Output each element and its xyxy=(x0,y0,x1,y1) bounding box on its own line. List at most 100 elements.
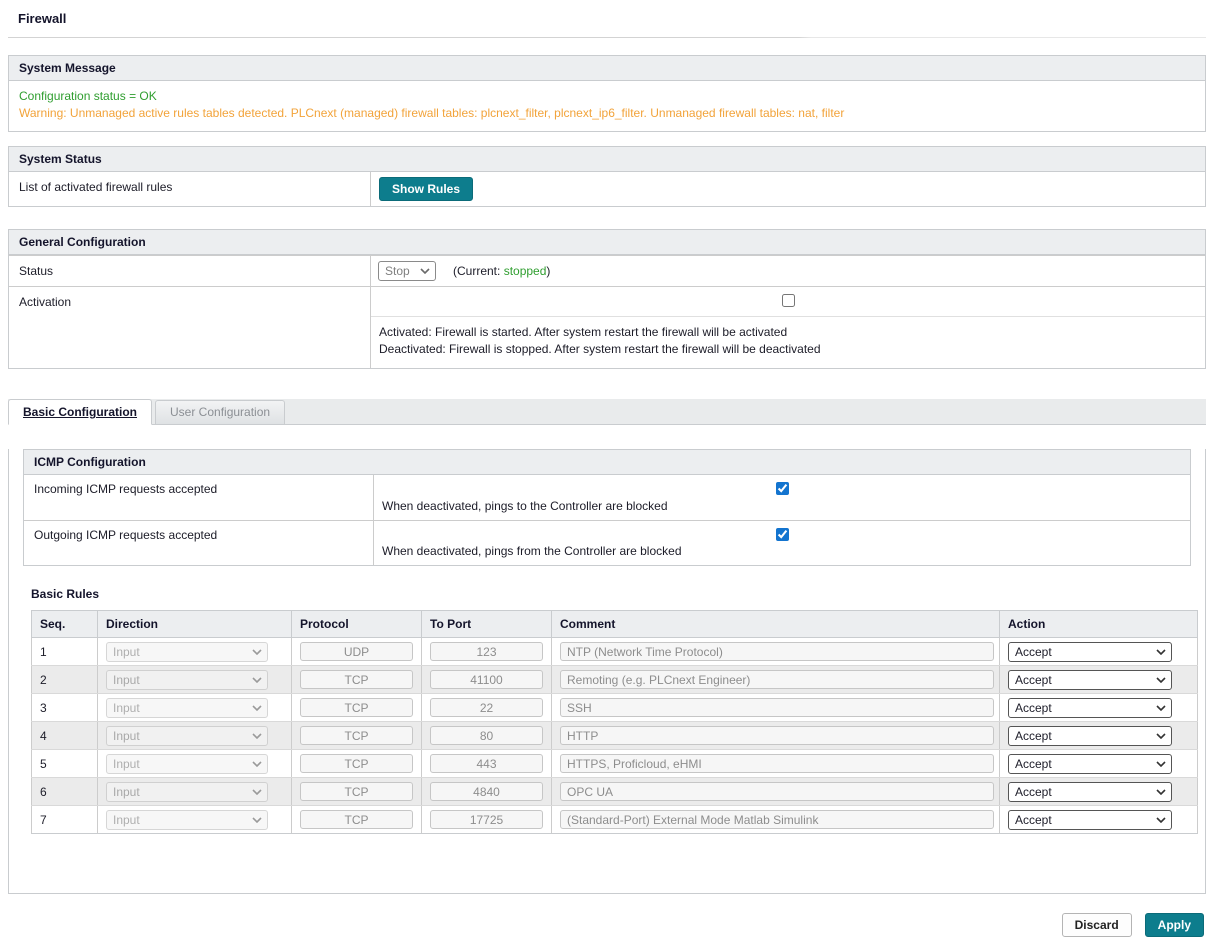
rule-seq: 7 xyxy=(32,806,98,834)
comment-input xyxy=(560,698,994,717)
incoming-icmp-help-text: When deactivated, pings to the Controlle… xyxy=(374,499,1190,520)
direction-select-wrapper: Input xyxy=(106,642,268,662)
icmp-row-outgoing: Outgoing ICMP requests accepted When dea… xyxy=(24,520,1190,565)
show-rules-button[interactable]: Show Rules xyxy=(379,177,473,201)
firewall-rules-label: List of activated firewall rules xyxy=(9,172,371,206)
icmp-row-incoming: Incoming ICMP requests accepted When dea… xyxy=(24,475,1190,520)
action-select-wrapper: Accept xyxy=(1008,754,1172,774)
table-row: 2 Input Accept xyxy=(32,666,1198,694)
action-select-wrapper: Accept xyxy=(1008,782,1172,802)
system-status-section: System Status List of activated firewall… xyxy=(8,146,1206,207)
direction-select-wrapper: Input xyxy=(106,670,268,690)
status-select-wrapper: Stop xyxy=(378,261,436,281)
action-select[interactable]: Accept xyxy=(1008,810,1172,830)
table-row: 1 Input Accept xyxy=(32,638,1198,666)
system-status-header: System Status xyxy=(9,147,1205,172)
outgoing-icmp-help-text: When deactivated, pings from the Control… xyxy=(374,544,1190,565)
action-select[interactable]: Accept xyxy=(1008,782,1172,802)
outgoing-icmp-checkbox[interactable] xyxy=(776,528,789,541)
rule-seq: 3 xyxy=(32,694,98,722)
to-port-input xyxy=(430,782,543,801)
action-select-wrapper: Accept xyxy=(1008,726,1172,746)
basic-rules-title: Basic Rules xyxy=(31,587,1205,601)
direction-select: Input xyxy=(106,726,268,746)
comment-input xyxy=(560,782,994,801)
action-select[interactable]: Accept xyxy=(1008,726,1172,746)
outgoing-icmp-label: Outgoing ICMP requests accepted xyxy=(24,521,374,565)
system-message-section: System Message Configuration status = OK… xyxy=(8,55,1206,132)
incoming-icmp-label: Incoming ICMP requests accepted xyxy=(24,475,374,520)
rule-seq: 5 xyxy=(32,750,98,778)
comment-input xyxy=(560,670,994,689)
current-status-value: stopped xyxy=(504,264,547,278)
action-select[interactable]: Accept xyxy=(1008,754,1172,774)
activation-label: Activation xyxy=(9,287,371,368)
action-select-wrapper: Accept xyxy=(1008,670,1172,690)
comment-input xyxy=(560,754,994,773)
to-port-input xyxy=(430,642,543,661)
tab-basic-configuration[interactable]: Basic Configuration xyxy=(8,399,152,425)
direction-select-wrapper: Input xyxy=(106,810,268,830)
to-port-input xyxy=(430,726,543,745)
direction-select-wrapper: Input xyxy=(106,782,268,802)
table-row: 3 Input Accept xyxy=(32,694,1198,722)
basic-rules-table: Seq. Direction Protocol To Port Comment … xyxy=(31,610,1198,834)
configuration-status-text: Configuration status = OK xyxy=(19,88,1195,105)
action-select[interactable]: Accept xyxy=(1008,642,1172,662)
action-select-wrapper: Accept xyxy=(1008,642,1172,662)
basic-configuration-panel: ICMP Configuration Incoming ICMP request… xyxy=(8,449,1206,894)
direction-select: Input xyxy=(106,642,268,662)
direction-select: Input xyxy=(106,698,268,718)
direction-select: Input xyxy=(106,810,268,830)
warning-text: Warning: Unmanaged active rules tables d… xyxy=(19,105,1195,122)
current-status-text: (Current: stopped) xyxy=(453,264,550,278)
protocol-input xyxy=(300,698,413,717)
column-header-comment: Comment xyxy=(552,611,1000,638)
protocol-input xyxy=(300,754,413,773)
tab-user-configuration[interactable]: User Configuration xyxy=(155,400,285,424)
protocol-input xyxy=(300,726,413,745)
status-label: Status xyxy=(9,256,371,286)
action-select-wrapper: Accept xyxy=(1008,698,1172,718)
rule-seq: 6 xyxy=(32,778,98,806)
activation-help-text: Activated: Firewall is started. After sy… xyxy=(371,317,1205,368)
general-configuration-header: General Configuration xyxy=(9,230,1205,255)
to-port-input xyxy=(430,754,543,773)
direction-select: Input xyxy=(106,782,268,802)
protocol-input xyxy=(300,782,413,801)
incoming-icmp-checkbox[interactable] xyxy=(776,482,789,495)
title-divider xyxy=(8,37,1206,38)
rule-seq: 4 xyxy=(32,722,98,750)
page-title: Firewall xyxy=(18,11,1214,26)
apply-button[interactable]: Apply xyxy=(1145,913,1204,937)
system-message-header: System Message xyxy=(9,56,1205,81)
column-header-to-port: To Port xyxy=(422,611,552,638)
column-header-action: Action xyxy=(1000,611,1198,638)
direction-select-wrapper: Input xyxy=(106,698,268,718)
configuration-tabs: Basic Configuration User Configuration xyxy=(8,399,1206,425)
direction-select-wrapper: Input xyxy=(106,754,268,774)
to-port-input xyxy=(430,698,543,717)
table-row: 7 Input Accept xyxy=(32,806,1198,834)
rule-seq: 1 xyxy=(32,638,98,666)
discard-button[interactable]: Discard xyxy=(1062,913,1132,937)
table-row: 5 Input Accept xyxy=(32,750,1198,778)
protocol-input xyxy=(300,642,413,661)
activation-checkbox[interactable] xyxy=(782,294,795,307)
column-header-seq: Seq. xyxy=(32,611,98,638)
action-select-wrapper: Accept xyxy=(1008,810,1172,830)
comment-input xyxy=(560,642,994,661)
table-row: 4 Input Accept xyxy=(32,722,1198,750)
general-configuration-section: General Configuration Status Stop (Curre… xyxy=(8,229,1206,369)
to-port-input xyxy=(430,810,543,829)
to-port-input xyxy=(430,670,543,689)
icmp-configuration-section: ICMP Configuration Incoming ICMP request… xyxy=(23,449,1191,566)
action-select[interactable]: Accept xyxy=(1008,670,1172,690)
protocol-input xyxy=(300,810,413,829)
protocol-input xyxy=(300,670,413,689)
action-select[interactable]: Accept xyxy=(1008,698,1172,718)
column-header-protocol: Protocol xyxy=(292,611,422,638)
status-select[interactable]: Stop xyxy=(378,261,436,281)
table-header-row: Seq. Direction Protocol To Port Comment … xyxy=(32,611,1198,638)
comment-input xyxy=(560,810,994,829)
